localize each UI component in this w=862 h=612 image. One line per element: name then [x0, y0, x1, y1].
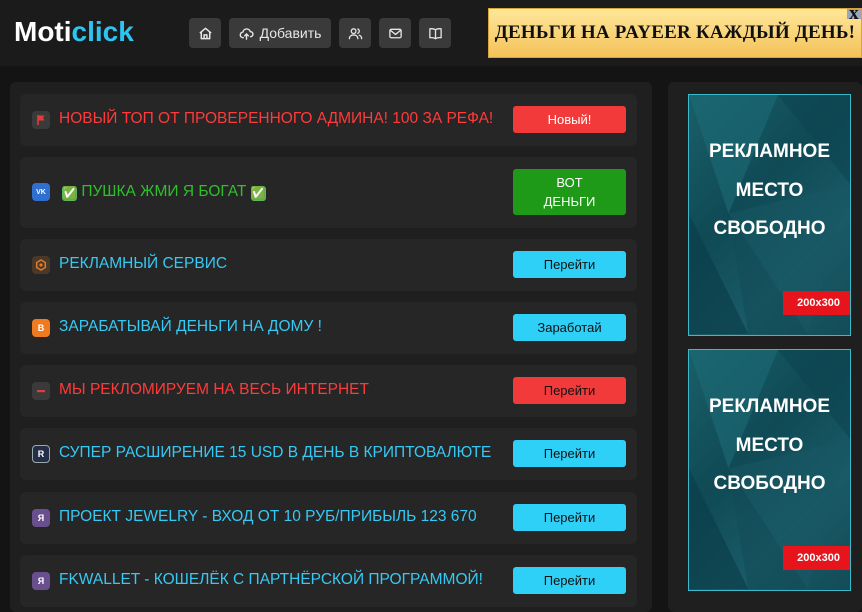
listing-button[interactable]: Перейти — [513, 567, 626, 594]
listing-title[interactable]: МЫ РЕКЛОМИРУЕМ НА ВЕСЬ ИНТЕРНЕТ — [59, 381, 369, 399]
hexagon-icon — [32, 256, 50, 274]
dash-icon — [32, 382, 50, 400]
mail-button[interactable] — [379, 18, 411, 48]
home-button[interactable] — [189, 18, 221, 48]
ad-line-1: РЕКЛАМНОЕ — [709, 396, 830, 417]
listing-title[interactable]: ПРОЕКТ JEWELRY - ВХОД ОТ 10 РУБ/ПРИБЫЛЬ … — [59, 508, 477, 526]
listing-button[interactable]: Заработай — [513, 314, 626, 341]
listing-button[interactable]: ВОТ ДЕНЬГИ — [513, 169, 626, 215]
add-button-label: Добавить — [259, 25, 322, 41]
flag-icon — [32, 111, 50, 129]
ya-icon: Я — [32, 572, 50, 590]
ad-size-badge: 200x300 — [783, 291, 850, 315]
vk-icon-text: VK — [36, 188, 46, 196]
ad-line-3: СВОБОДНО — [713, 473, 826, 494]
site-logo[interactable]: Moticlick — [14, 16, 134, 48]
users-icon — [348, 27, 362, 39]
home-icon — [198, 27, 212, 39]
listing-title-text: FKWALLET - КОШЕЛЁК С ПАРТНЁРСКОЙ ПРОГРАМ… — [59, 571, 483, 588]
listing-row: VK ✅ ПУШКА ЖМИ Я БОГАТ ✅ ВОТ ДЕНЬГИ — [20, 157, 637, 228]
ad-line-3: СВОБОДНО — [713, 218, 826, 239]
listing-title-text: ПРОЕКТ JEWELRY - ВХОД ОТ 10 РУБ/ПРИБЫЛЬ … — [59, 508, 477, 525]
payeer-banner[interactable]: ДЕНЬГИ НА PAYEER КАЖДЫЙ ДЕНЬ! x — [488, 4, 862, 58]
ya-icon-text: Я — [37, 576, 45, 586]
top-bar: Moticlick Добавить ДЕНЬГИ НА PAYEER КАЖД… — [0, 0, 862, 66]
ad-line-1: РЕКЛАМНОЕ — [709, 141, 830, 162]
listing-title-text: ЗАРАБАТЫВАЙ ДЕНЬГИ НА ДОМУ ! — [59, 318, 322, 335]
listing-row: B ЗАРАБАТЫВАЙ ДЕНЬГИ НА ДОМУ ! Заработай — [20, 302, 637, 354]
r-icon: R — [32, 445, 50, 463]
blogger-icon-text: B — [37, 323, 45, 333]
listing-title[interactable]: РЕКЛАМНЫЙ СЕРВИС — [59, 255, 227, 273]
banner-text: ДЕНЬГИ НА PAYEER КАЖДЫЙ ДЕНЬ! — [494, 22, 856, 43]
vk-icon: VK — [32, 183, 50, 201]
ad-slot[interactable]: РЕКЛАМНОЕ МЕСТО СВОБОДНО 200x300 — [688, 349, 851, 591]
cloud-upload-icon — [239, 27, 254, 40]
book-button[interactable] — [419, 18, 451, 48]
listing-title-text: МЫ РЕКЛОМИРУЕМ НА ВЕСЬ ИНТЕРНЕТ — [59, 381, 369, 398]
ya-icon-text: Я — [37, 513, 45, 523]
listing-button[interactable]: Перейти — [513, 440, 626, 467]
book-icon — [428, 27, 442, 39]
ad-size-badge: 200x300 — [783, 546, 850, 570]
listing-button[interactable]: Перейти — [513, 504, 626, 531]
banner-close-button[interactable]: x — [847, 4, 861, 23]
logo-part-2: click — [71, 16, 134, 47]
r-icon-text: R — [37, 449, 45, 459]
listing-title-text: РЕКЛАМНЫЙ СЕРВИС — [59, 255, 228, 272]
listing-button[interactable]: Новый! — [513, 106, 626, 133]
listing-button[interactable]: Перейти — [513, 377, 626, 404]
listing-title[interactable]: ЗАРАБАТЫВАЙ ДЕНЬГИ НА ДОМУ ! — [59, 318, 322, 336]
listing-title[interactable]: СУПЕР РАСШИРЕНИЕ 15 USD В ДЕНЬ В КРИПТОВ… — [59, 444, 491, 462]
listing-title-text: ПУШКА ЖМИ Я БОГАТ — [81, 183, 247, 200]
close-icon: x — [849, 3, 859, 24]
listing-row: Я ПРОЕКТ JEWELRY - ВХОД ОТ 10 РУБ/ПРИБЫЛ… — [20, 492, 637, 544]
check-icon: ✅ — [62, 186, 77, 201]
ad-slot[interactable]: РЕКЛАМНОЕ МЕСТО СВОБОДНО 200x300 — [688, 94, 851, 336]
listing-row: МЫ РЕКЛОМИРУЕМ НА ВЕСЬ ИНТЕРНЕТ Перейти — [20, 365, 637, 417]
listing-title-text: НОВЫЙ ТОП ОТ ПРОВЕРЕННОГО АДМИНА! 100 ЗА… — [59, 110, 494, 127]
listing-title[interactable]: НОВЫЙ ТОП ОТ ПРОВЕРЕННОГО АДМИНА! 100 ЗА… — [59, 110, 493, 128]
listing-title-text: СУПЕР РАСШИРЕНИЕ 15 USD В ДЕНЬ В КРИПТОВ… — [59, 444, 492, 461]
listing-title[interactable]: FKWALLET - КОШЕЛЁК С ПАРТНЁРСКОЙ ПРОГРАМ… — [59, 571, 483, 589]
listing-row: Я FKWALLET - КОШЕЛЁК С ПАРТНЁРСКОЙ ПРОГР… — [20, 555, 637, 607]
ad-text: РЕКЛАМНОЕ МЕСТО СВОБОДНО — [689, 388, 850, 504]
ad-line-2: МЕСТО — [735, 434, 804, 456]
listing-row: РЕКЛАМНЫЙ СЕРВИС Перейти — [20, 239, 637, 291]
listing-row: НОВЫЙ ТОП ОТ ПРОВЕРЕННОГО АДМИНА! 100 ЗА… — [20, 94, 637, 146]
add-button[interactable]: Добавить — [229, 18, 331, 48]
listing-row: R СУПЕР РАСШИРЕНИЕ 15 USD В ДЕНЬ В КРИПТ… — [20, 428, 637, 480]
ad-text: РЕКЛАМНОЕ МЕСТО СВОБОДНО — [689, 133, 850, 249]
ad-line-2: МЕСТО — [735, 179, 804, 201]
blogger-icon: B — [32, 319, 50, 337]
logo-part-1: Moti — [14, 16, 72, 47]
ya-icon: Я — [32, 509, 50, 527]
users-button[interactable] — [339, 18, 371, 48]
listing-title[interactable]: ✅ ПУШКА ЖМИ Я БОГАТ ✅ — [62, 183, 266, 201]
check-icon: ✅ — [250, 186, 266, 201]
mail-icon — [388, 28, 402, 38]
listing-button[interactable]: Перейти — [513, 251, 626, 278]
